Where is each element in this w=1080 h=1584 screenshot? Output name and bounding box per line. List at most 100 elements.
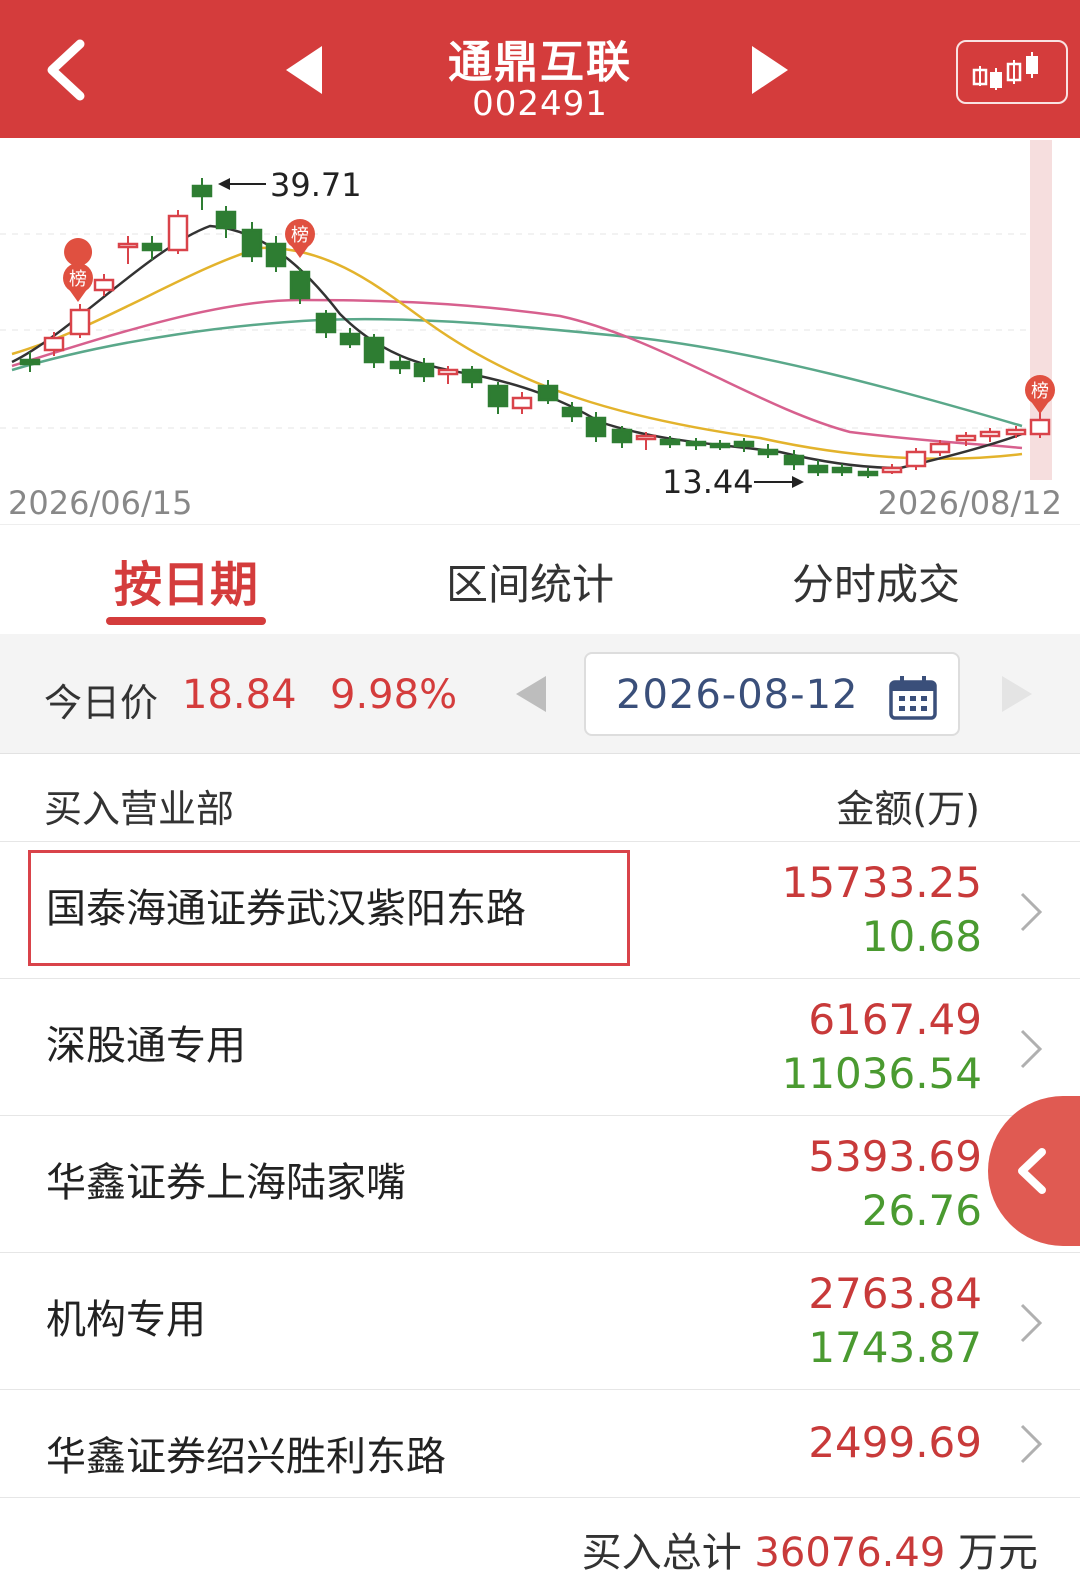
- stock-name: 通鼎互联: [448, 37, 632, 88]
- buy-department-header: 买入营业部: [44, 787, 235, 831]
- buy-amount: 2499.69: [808, 1418, 982, 1467]
- low-price-label: 13.44: [662, 463, 754, 501]
- candlestick-icon: [972, 52, 1038, 90]
- candle-body: [905, 450, 927, 468]
- selected-date: 2026-08-12: [616, 672, 859, 718]
- list-item[interactable]: 机构专用 2763.84 1743.87: [0, 1253, 1080, 1390]
- candle-body: [955, 434, 977, 442]
- stock-code: 002491: [472, 84, 608, 124]
- candle-body: [979, 430, 1001, 438]
- date-picker[interactable]: 2026-08-12: [584, 652, 960, 736]
- candle-body: [511, 396, 533, 410]
- list-item[interactable]: 华鑫证券上海陆家嘴 5393.69 26.76: [0, 1116, 1080, 1253]
- ma-line-black: [11, 224, 1023, 470]
- high-price-label: 39.71: [270, 166, 362, 204]
- candle-body: [635, 434, 657, 441]
- chevron-right-icon: [1020, 1424, 1043, 1464]
- chevron-right-icon: [1020, 1303, 1043, 1343]
- candle-body: [881, 466, 903, 474]
- svg-text:榜: 榜: [1031, 381, 1049, 402]
- candle-body: [561, 406, 583, 418]
- candle-body: [93, 278, 115, 292]
- candle-body: [537, 384, 559, 402]
- candle-body: [1005, 428, 1027, 436]
- candle-body: [611, 428, 633, 444]
- department-name: 华鑫证券上海陆家嘴: [46, 1160, 406, 1206]
- tab-interval-stats[interactable]: 区间统计: [430, 551, 630, 612]
- candle-body: [857, 470, 879, 477]
- chevron-left-icon: [1018, 1148, 1046, 1194]
- kline-chart[interactable]: 39.71 13.44 榜 榜 榜 2026/06/15 2026/08/12: [0, 138, 1080, 524]
- previous-date-icon[interactable]: [514, 674, 548, 714]
- buy-total: 买入总计 36076.49 万元: [582, 1520, 1038, 1578]
- today-price-value: 18.84: [182, 672, 297, 718]
- amount-header: 金额(万): [836, 787, 980, 831]
- app-header: 通鼎互联 002491: [0, 0, 1080, 138]
- sell-amount: 1743.87: [808, 1323, 982, 1372]
- chart-start-date: 2026/06/15: [8, 484, 192, 522]
- candle-body: [685, 440, 707, 447]
- highlight-box: [28, 850, 630, 966]
- list-item[interactable]: 深股通专用 6167.49 11036.54: [0, 979, 1080, 1116]
- candle-body: [19, 358, 41, 366]
- low-annotation-arrow: [792, 476, 804, 488]
- candle-body: [487, 384, 509, 408]
- buy-amount: 6167.49: [808, 995, 982, 1044]
- candle-body: [929, 442, 951, 454]
- department-name: 深股通专用: [46, 1023, 246, 1069]
- candle-body: [43, 336, 65, 352]
- candle-body: [141, 242, 163, 252]
- candle-body: [585, 416, 607, 438]
- candle-body: [709, 442, 731, 449]
- tab-by-date[interactable]: 按日期: [106, 545, 266, 615]
- candle-body: [117, 242, 139, 249]
- high-annotation-arrow: [218, 178, 230, 190]
- candle-body: [167, 214, 189, 252]
- ranking-badge[interactable]: 榜: [285, 219, 315, 258]
- next-stock-icon[interactable]: [748, 44, 792, 96]
- candle-body: [437, 368, 459, 376]
- candle-body: [69, 308, 91, 336]
- kline-chart-svg: 39.71 13.44 榜 榜 榜 2026/06/15 2026/08/12: [0, 140, 1062, 522]
- candle-body: [363, 336, 385, 364]
- today-price-label: 今日价: [44, 681, 159, 725]
- sell-amount: 26.76: [861, 1186, 982, 1235]
- candle-body: [783, 454, 805, 466]
- buy-total-unit: 万元: [958, 1530, 1038, 1576]
- candle-body: [461, 368, 483, 384]
- kline-toggle-button[interactable]: [956, 40, 1068, 104]
- svg-text:榜: 榜: [291, 225, 309, 246]
- candle-body: [265, 242, 287, 268]
- candle-body: [339, 332, 361, 346]
- candle-body: [413, 362, 435, 378]
- department-name: 华鑫证券绍兴胜利东路: [46, 1434, 446, 1480]
- buy-amount: 2763.84: [808, 1269, 982, 1318]
- candle-body: [733, 440, 755, 448]
- candle-body: [315, 312, 337, 334]
- candle-body: [215, 210, 237, 230]
- price-change-percent: 9.98%: [330, 672, 458, 718]
- buy-total-value: 36076.49: [754, 1530, 946, 1576]
- sell-amount: 10.68: [861, 912, 982, 961]
- next-date-icon[interactable]: [1000, 674, 1034, 714]
- candle-body: [807, 464, 829, 474]
- ranking-badge[interactable]: 榜: [63, 238, 93, 302]
- candle-body: [659, 438, 681, 446]
- calendar-icon[interactable]: [888, 674, 938, 720]
- chevron-right-icon: [1020, 892, 1043, 932]
- ma-line-green: [11, 317, 1023, 428]
- candle-body: [1029, 418, 1051, 436]
- list-item[interactable]: 华鑫证券绍兴胜利东路 2499.69: [0, 1390, 1080, 1498]
- tab-bar: 按日期 区间统计 分时成交: [0, 524, 1080, 634]
- department-name: 机构专用: [46, 1297, 206, 1343]
- active-tab-indicator: [106, 617, 266, 625]
- candle-body: [389, 360, 411, 370]
- svg-text:榜: 榜: [69, 269, 87, 290]
- price-bar: 今日价 18.84 9.98% 2026-08-12: [0, 634, 1080, 754]
- ma-line-yellow: [11, 246, 1023, 460]
- candle-body: [831, 466, 853, 474]
- buy-amount: 15733.25: [781, 858, 982, 907]
- footer-total: 买入总计 36076.49 万元: [0, 1498, 1080, 1584]
- tab-tick-trades[interactable]: 分时成交: [776, 551, 976, 612]
- chart-end-date: 2026/08/12: [878, 484, 1062, 522]
